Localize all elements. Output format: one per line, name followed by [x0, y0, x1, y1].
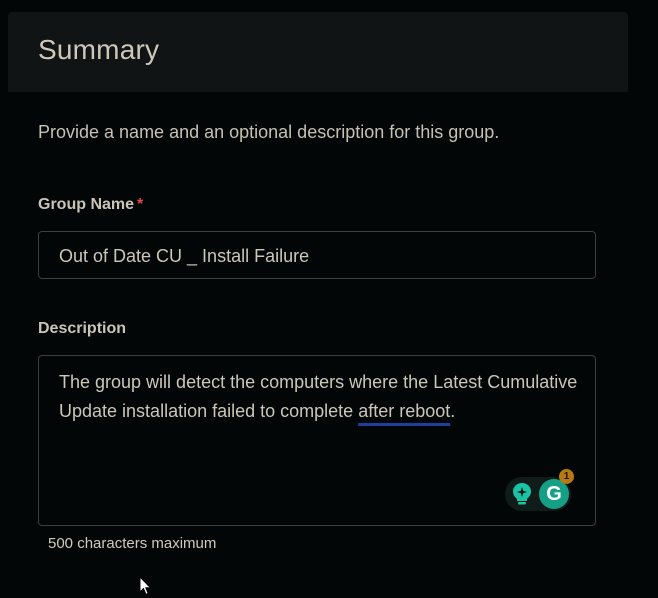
suggestion-count-badge: 1 [559, 469, 574, 484]
mouse-pointer-icon [139, 576, 152, 596]
description-text-part1: The group will detect the computers wher… [59, 372, 578, 421]
description-text-part3: . [450, 401, 456, 421]
lightbulb-sparkle-icon[interactable] [509, 481, 535, 507]
page-title: Summary [38, 34, 160, 65]
grammarly-letter: G [546, 483, 562, 505]
description-textarea[interactable]: The group will detect the computers wher… [38, 355, 596, 526]
summary-header: Summary [8, 12, 628, 92]
grammarly-widget[interactable]: G 1 [505, 469, 574, 511]
group-name-label-text: Group Name [38, 196, 135, 213]
group-name-field[interactable]: Out of Date CU _ Install Failure [38, 231, 596, 279]
intro-text: Provide a name and an optional descripti… [38, 122, 500, 142]
description-value: The group will detect the computers wher… [59, 368, 579, 426]
description-label: Description [38, 320, 127, 337]
group-name-value: Out of Date CU _ Install Failure [59, 246, 310, 266]
required-marker: * [137, 196, 144, 213]
grammar-suggestion-text[interactable]: after reboot [358, 401, 450, 421]
group-name-label: Group Name * [38, 196, 143, 214]
character-limit-hint: 500 characters maximum [48, 535, 217, 552]
